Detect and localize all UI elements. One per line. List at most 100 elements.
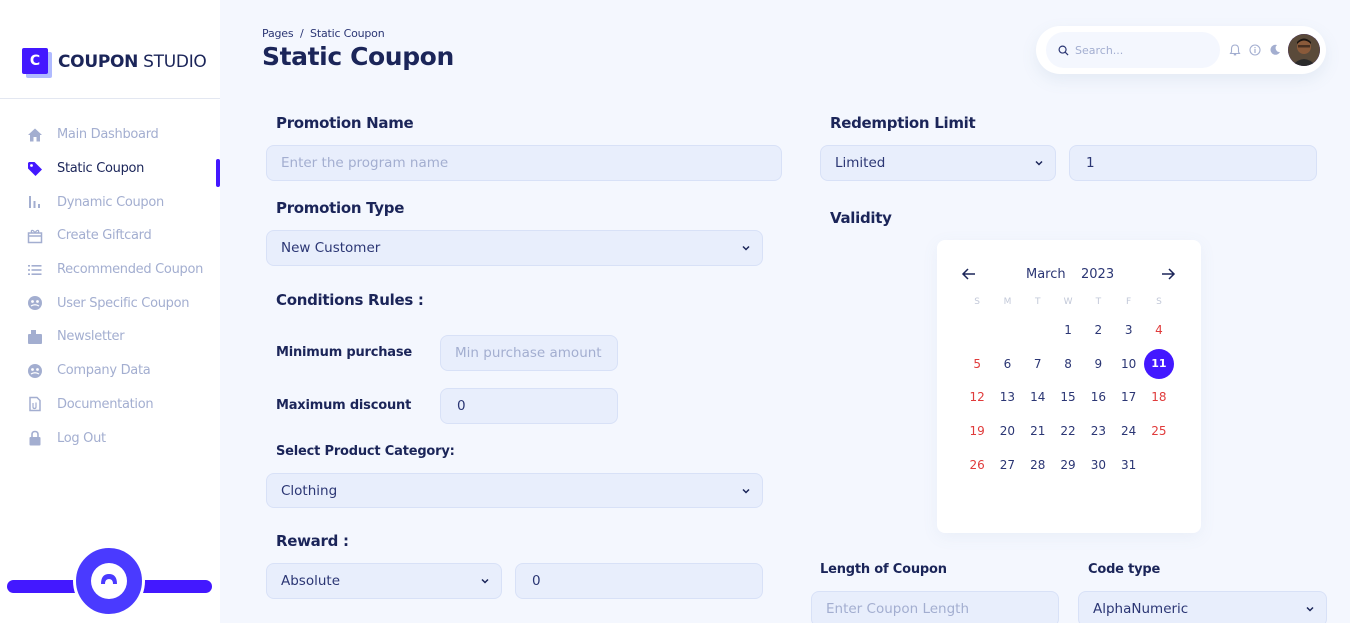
calendar-day[interactable]: 30 (1083, 450, 1113, 480)
chevron-down-icon (1035, 160, 1043, 166)
reward-type-value: Absolute (281, 573, 341, 589)
breadcrumb[interactable]: Pages / Static Coupon (262, 27, 385, 40)
chevron-down-icon (1306, 606, 1314, 612)
sidebar-nav: Main Dashboard Static Coupon Dynamic Cou… (0, 118, 220, 455)
user-circle-icon (27, 295, 43, 311)
minimum-purchase-input[interactable]: Min purchase amount (440, 335, 618, 371)
sidebar-item-main-dashboard[interactable]: Main Dashboard (0, 118, 220, 152)
calendar-day[interactable]: 9 (1083, 349, 1113, 379)
sidebar-item-static-coupon[interactable]: Static Coupon (0, 152, 220, 187)
calendar-year[interactable]: 2023 (1081, 267, 1114, 282)
sidebar-item-documentation[interactable]: Documentation (0, 388, 220, 422)
promo-icon (91, 563, 127, 599)
sidebar-divider (0, 98, 220, 99)
calendar-day[interactable]: 28 (1023, 450, 1053, 480)
avatar[interactable] (1288, 34, 1320, 66)
redemption-limit-select[interactable]: Limited (820, 145, 1056, 181)
search-input[interactable] (1075, 43, 1205, 57)
calendar-day[interactable]: 6 (992, 349, 1022, 379)
conditions-rules-label: Conditions Rules : (276, 291, 424, 309)
code-type-label: Code type (1088, 562, 1161, 577)
calendar-day[interactable]: 12 (962, 382, 992, 412)
calendar-day[interactable]: 23 (1083, 416, 1113, 446)
search-box[interactable] (1046, 32, 1220, 68)
calendar-weekdays: SMTWTFS (962, 297, 1174, 307)
sidebar-item-create-giftcard[interactable]: Create Giftcard (0, 219, 220, 253)
arrow-right-icon[interactable] (1158, 264, 1178, 284)
sidebar-item-user-specific-coupon[interactable]: User Specific Coupon (0, 286, 220, 320)
calendar-week: 19 20 21 22 23 24 25 (962, 414, 1174, 448)
page-title: Static Coupon (262, 42, 454, 71)
company-icon (27, 363, 43, 379)
promotion-name-input[interactable]: Enter the program name (266, 145, 782, 181)
calendar-day[interactable]: 7 (1023, 349, 1053, 379)
calendar-day[interactable]: 8 (1053, 349, 1083, 379)
calendar-day[interactable]: 5 (962, 349, 992, 379)
calendar-day[interactable]: 3 (1113, 315, 1143, 345)
brand-name: COUPON STUDIO (58, 52, 207, 72)
redemption-limit-value: Limited (835, 155, 886, 171)
calendar-day[interactable]: 14 (1023, 382, 1053, 412)
reward-type-select[interactable]: Absolute (266, 563, 502, 599)
calendar-day[interactable]: 26 (962, 450, 992, 480)
promotion-type-select[interactable]: New Customer (266, 230, 763, 266)
sidebar-item-newsletter[interactable]: Newsletter (0, 320, 220, 354)
newsletter-icon (27, 329, 43, 345)
chevron-down-icon (481, 578, 489, 584)
calendar-day[interactable]: 20 (992, 416, 1022, 446)
bell-icon[interactable] (1228, 43, 1242, 57)
tag-icon (27, 161, 43, 177)
reward-value-input[interactable]: 0 (515, 563, 763, 599)
calendar-day[interactable]: 11 (1143, 348, 1174, 379)
sidebar-item-dynamic-coupon[interactable]: Dynamic Coupon (0, 185, 220, 219)
calendar-empty (962, 315, 992, 345)
promotion-type-label: Promotion Type (276, 199, 405, 217)
calendar-day[interactable]: 29 (1053, 450, 1083, 480)
calendar-day[interactable]: 21 (1023, 416, 1053, 446)
info-icon[interactable] (1248, 43, 1262, 57)
sidebar-item-recommended-coupon[interactable]: Recommended Coupon (0, 253, 220, 287)
arrow-left-icon[interactable] (959, 264, 979, 284)
calendar-day[interactable]: 1 (1053, 315, 1083, 345)
list-icon (27, 262, 43, 278)
weekday-label: W (1063, 297, 1073, 307)
weekday-label: M (1003, 297, 1012, 307)
promotion-type-value: New Customer (281, 240, 381, 256)
calendar-day[interactable]: 16 (1083, 382, 1113, 412)
calendar-day[interactable]: 19 (962, 416, 992, 446)
calendar-month[interactable]: March (1026, 267, 1066, 282)
calendar-week: 5 6 7 8 9 10 11 (962, 347, 1174, 381)
calendar-day[interactable]: 13 (992, 382, 1022, 412)
moon-icon[interactable] (1268, 43, 1282, 57)
chevron-down-icon (742, 488, 750, 494)
sidebar: C COUPON STUDIO Main Dashboard Static Co… (0, 0, 220, 623)
calendar-day[interactable]: 31 (1113, 450, 1143, 480)
calendar-day[interactable]: 17 (1113, 382, 1143, 412)
calendar-day[interactable]: 25 (1144, 416, 1174, 446)
calendar-day[interactable]: 4 (1144, 315, 1174, 345)
promotion-name-label: Promotion Name (276, 114, 414, 132)
calendar-day[interactable]: 18 (1144, 382, 1174, 412)
code-type-value: AlphaNumeric (1093, 601, 1189, 617)
sidebar-item-log-out[interactable]: Log Out (0, 421, 220, 455)
calendar-day[interactable]: 2 (1083, 315, 1113, 345)
topbar (1036, 26, 1326, 74)
brand[interactable]: C COUPON STUDIO (22, 48, 207, 78)
maximum-discount-input[interactable]: 0 (440, 388, 618, 424)
sidebar-item-company-data[interactable]: Company Data (0, 354, 220, 388)
calendar-day[interactable]: 22 (1053, 416, 1083, 446)
calendar-day[interactable]: 10 (1113, 349, 1143, 379)
sidebar-promo-button[interactable] (73, 545, 145, 617)
minimum-purchase-label: Minimum purchase (276, 345, 413, 360)
redemption-limit-input[interactable]: 1 (1069, 145, 1317, 181)
search-icon (1058, 41, 1069, 60)
calendar-day[interactable]: 27 (992, 450, 1022, 480)
length-of-coupon-input[interactable]: Enter Coupon Length (811, 591, 1059, 623)
weekday-label: F (1126, 297, 1132, 307)
calendar-day[interactable]: 15 (1053, 382, 1083, 412)
product-category-select[interactable]: Clothing (266, 473, 763, 508)
calendar-day[interactable]: 24 (1113, 416, 1143, 446)
validity-calendar: March 2023 SMTWTFS 1 2 3 4 5 6 7 8 9 10 11 12 13 14 15… (937, 240, 1201, 533)
brand-logo: C (22, 48, 52, 78)
code-type-select[interactable]: AlphaNumeric (1078, 591, 1327, 623)
